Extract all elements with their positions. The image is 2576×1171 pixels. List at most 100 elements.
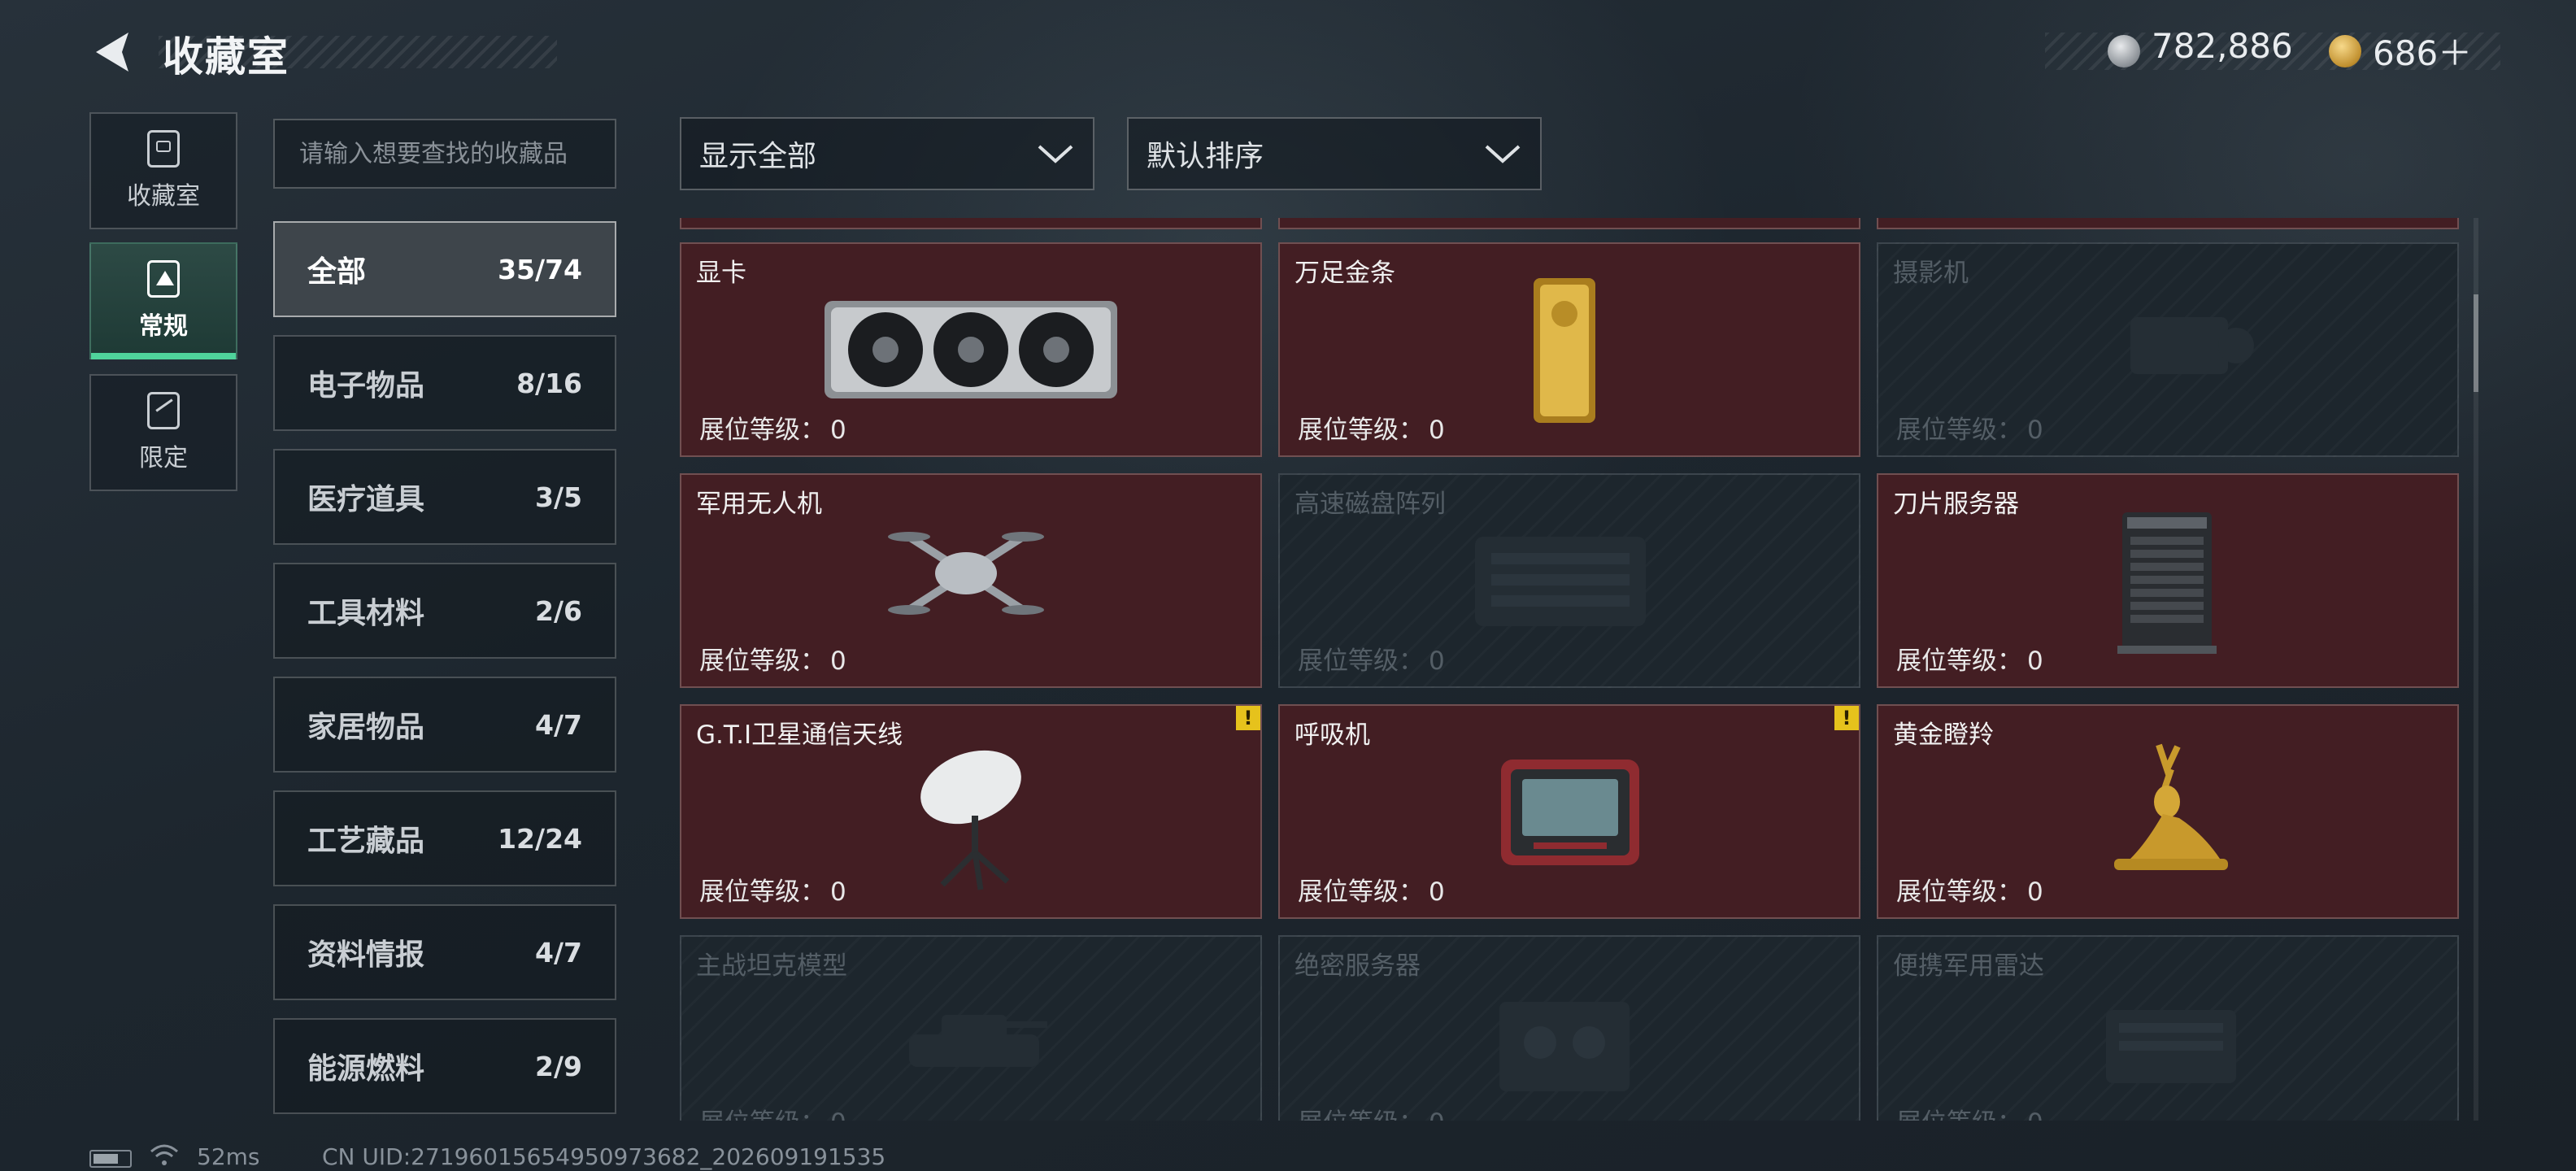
category-name: 家居物品 — [307, 711, 425, 744]
item-level: 展位等级：0 — [699, 416, 846, 445]
category-crafts[interactable]: 工艺藏品 12/24 — [273, 790, 616, 886]
warning-badge-icon: ! — [1236, 706, 1260, 730]
item-name: 主战坦克模型 — [696, 951, 847, 981]
item-level: 展位等级：0 — [1298, 646, 1445, 676]
secret-server-icon — [1499, 1002, 1630, 1091]
gold-coin-icon — [2329, 35, 2361, 67]
filter-dropdown-value: 显示全部 — [699, 140, 817, 173]
item-level: 展位等级：0 — [1896, 646, 2043, 676]
item-card[interactable]: 刀片服务器 展位等级： 0 — [1877, 473, 2459, 688]
item-card-locked[interactable]: 摄影机 展位等级： 0 — [1877, 242, 2459, 457]
category-household[interactable]: 家居物品 4/7 — [273, 677, 616, 773]
category-name: 全部 — [307, 255, 367, 289]
item-card-partial[interactable] — [1877, 218, 2459, 229]
category-intel[interactable]: 资料情报 4/7 — [273, 904, 616, 1000]
back-arrow-icon[interactable] — [89, 28, 138, 76]
side-tab-regular[interactable]: 常规 — [89, 242, 237, 359]
side-tab-label: 收藏室 — [127, 182, 200, 211]
side-tab-collection[interactable]: 收藏室 — [89, 112, 237, 229]
side-tab-label: 限定 — [139, 444, 188, 472]
ping-readout: 52ms — [197, 1143, 260, 1170]
category-count: 4/7 — [535, 708, 582, 741]
item-name: 摄影机 — [1893, 259, 1969, 288]
active-tab-indicator — [91, 353, 236, 359]
category-count: 2/6 — [535, 594, 582, 627]
item-card-locked[interactable]: 绝密服务器 展位等级：0 — [1278, 935, 1860, 1121]
item-card[interactable]: 军用无人机 展位等级： 0 — [680, 473, 1262, 688]
category-name: 医疗道具 — [307, 483, 425, 516]
golden-gazelle-icon — [2114, 743, 2228, 870]
portable-radar-icon — [2106, 1010, 2236, 1083]
side-tab-limited[interactable]: 限定 — [89, 374, 237, 491]
category-electronics[interactable]: 电子物品 8/16 — [273, 335, 616, 431]
category-all[interactable]: 全部 35/74 — [273, 221, 616, 317]
item-name: 黄金瞪羚 — [1893, 720, 1994, 750]
item-card[interactable]: 黄金瞪羚 展位等级： 0 — [1877, 704, 2459, 919]
graphics-card-icon — [825, 301, 1117, 398]
silver-coin-icon — [2108, 35, 2140, 67]
item-level: 展位等级：0 — [1896, 416, 2043, 445]
page-title: 收藏室 — [163, 33, 289, 81]
item-level: 展位等级：0 — [1298, 1102, 1445, 1121]
category-name: 资料情报 — [307, 938, 425, 972]
chevron-down-icon — [1485, 145, 1521, 163]
item-name: 军用无人机 — [696, 490, 822, 519]
limited-icon — [147, 392, 180, 429]
disk-array-icon — [1475, 537, 1646, 626]
satellite-dish-icon — [920, 750, 1021, 890]
silver-currency-amount: 782,886 — [2152, 26, 2293, 66]
category-count: 35/74 — [498, 253, 582, 285]
tank-model-icon — [909, 1015, 1047, 1067]
sort-dropdown[interactable]: 默认排序 — [1127, 117, 1542, 190]
collection-grid[interactable]: 显卡 展位等级： 0 万足金条 展位等级： 0 摄影机 展位等级： 0 军用无人机 展… — [680, 218, 2461, 1121]
category-name: 能源燃料 — [307, 1052, 425, 1086]
category-name: 工具材料 — [307, 597, 425, 630]
item-name: 绝密服务器 — [1295, 951, 1421, 981]
sort-dropdown-value: 默认排序 — [1147, 140, 1264, 173]
camera-icon — [2130, 317, 2254, 374]
item-name: 便携军用雷达 — [1893, 951, 2044, 981]
gold-currency-amount[interactable]: 686＋ — [2373, 26, 2472, 76]
category-name: 电子物品 — [307, 369, 425, 403]
collection-icon — [147, 130, 180, 168]
category-medical[interactable]: 医疗道具 3/5 — [273, 449, 616, 545]
category-tools[interactable]: 工具材料 2/6 — [273, 563, 616, 659]
item-level: 展位等级：0 — [699, 646, 846, 676]
item-card-locked[interactable]: 便携军用雷达 展位等级：0 — [1877, 935, 2459, 1121]
item-level: 展位等级：0 — [699, 877, 846, 907]
item-card[interactable]: 万足金条 展位等级： 0 — [1278, 242, 1860, 457]
item-name: 高速磁盘阵列 — [1295, 490, 1446, 519]
regular-icon — [147, 260, 180, 298]
category-count: 2/9 — [535, 1050, 582, 1082]
warning-badge-icon: ! — [1834, 706, 1859, 730]
blade-server-icon — [2117, 512, 2217, 654]
category-count: 3/5 — [535, 481, 582, 513]
item-level: 展位等级：0 — [1298, 416, 1445, 445]
item-card-locked[interactable]: 高速磁盘阵列 展位等级： 0 — [1278, 473, 1860, 688]
category-energy[interactable]: 能源燃料 2/9 — [273, 1018, 616, 1114]
item-card-partial[interactable] — [680, 218, 1262, 229]
item-name: 显卡 — [696, 259, 746, 288]
battery-icon — [89, 1150, 132, 1168]
chevron-down-icon — [1038, 145, 1073, 163]
item-card-partial[interactable] — [1278, 218, 1860, 229]
gold-bar-icon — [1534, 278, 1595, 423]
drone-icon — [888, 532, 1044, 615]
category-name: 工艺藏品 — [307, 825, 425, 858]
item-card[interactable]: ! G.T.I卫星通信天线 展位等级： 0 — [680, 704, 1262, 919]
item-level: 展位等级：0 — [699, 1102, 846, 1121]
user-uid: CN UID:27196015654950973682_202609191535 — [322, 1143, 886, 1170]
search-input[interactable] — [273, 119, 616, 189]
side-tab-label: 常规 — [139, 312, 188, 341]
item-level: 展位等级：0 — [1896, 877, 2043, 907]
item-card[interactable]: ! 呼吸机 展位等级： 0 — [1278, 704, 1860, 919]
scrollbar-thumb[interactable] — [2474, 294, 2478, 392]
category-count: 8/16 — [516, 367, 582, 399]
filter-dropdown[interactable]: 显示全部 — [680, 117, 1094, 190]
item-name: 呼吸机 — [1295, 720, 1370, 750]
item-level: 展位等级：0 — [1298, 877, 1445, 907]
item-name: 刀片服务器 — [1893, 490, 2019, 519]
item-card[interactable]: 显卡 展位等级： 0 — [680, 242, 1262, 457]
ventilator-icon — [1501, 760, 1639, 865]
item-card-locked[interactable]: 主战坦克模型 展位等级：0 — [680, 935, 1262, 1121]
